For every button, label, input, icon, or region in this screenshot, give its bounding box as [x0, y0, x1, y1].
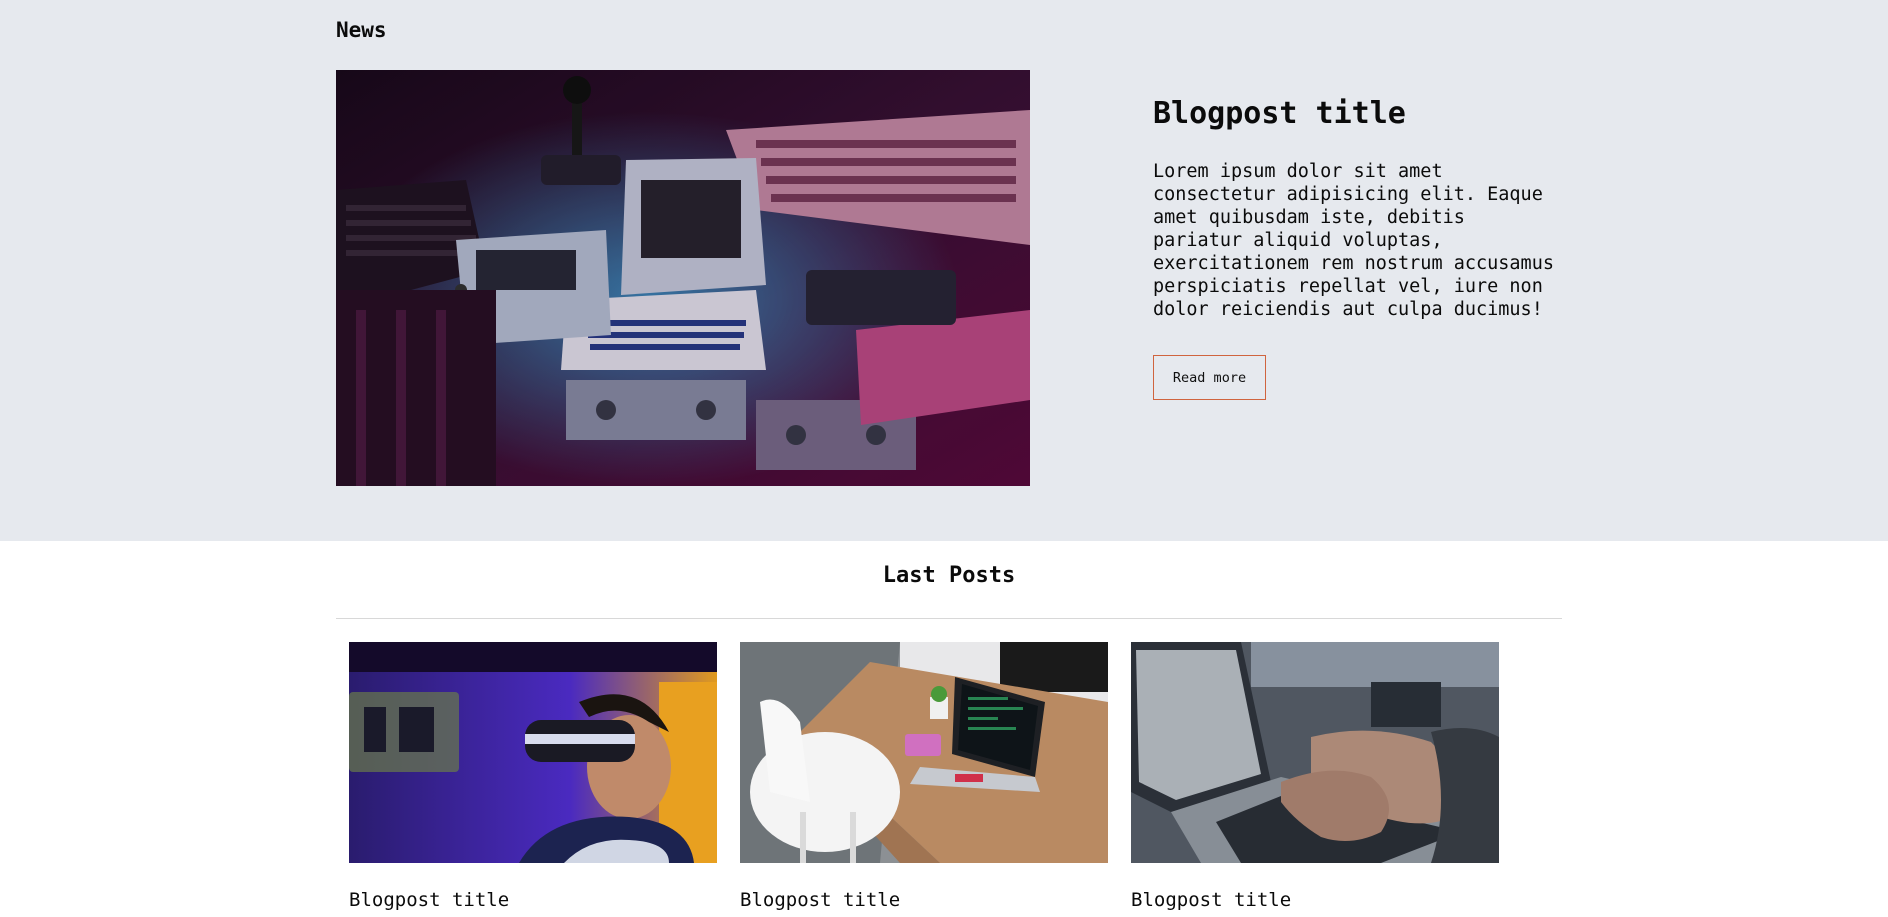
featured-post-image[interactable]: [336, 70, 1030, 486]
news-section-label: News: [336, 18, 387, 42]
post-card-title[interactable]: Blogpost title: [1131, 889, 1499, 911]
featured-post-excerpt: Lorem ipsum dolor sit amet consectetur a…: [1153, 161, 1554, 320]
post-card-image[interactable]: [740, 642, 1108, 863]
last-posts-heading: Last Posts: [882, 563, 1016, 588]
post-card-image[interactable]: [1131, 642, 1499, 863]
featured-post-title[interactable]: Blogpost title: [1153, 92, 1563, 136]
news-section: News Blogpost title Lorem ipsum dolor si…: [0, 0, 1888, 541]
post-card[interactable]: Blogpost title: [349, 642, 717, 911]
post-card-title[interactable]: Blogpost title: [740, 889, 1108, 911]
featured-post-text: Blogpost title Lorem ipsum dolor sit ame…: [1153, 92, 1563, 400]
read-more-button[interactable]: Read more: [1153, 355, 1266, 400]
post-card[interactable]: Blogpost title: [1131, 642, 1499, 911]
post-card-image[interactable]: [349, 642, 717, 863]
post-card[interactable]: Blogpost title: [740, 642, 1108, 911]
section-divider: [336, 618, 1562, 619]
post-card-title[interactable]: Blogpost title: [349, 889, 717, 911]
